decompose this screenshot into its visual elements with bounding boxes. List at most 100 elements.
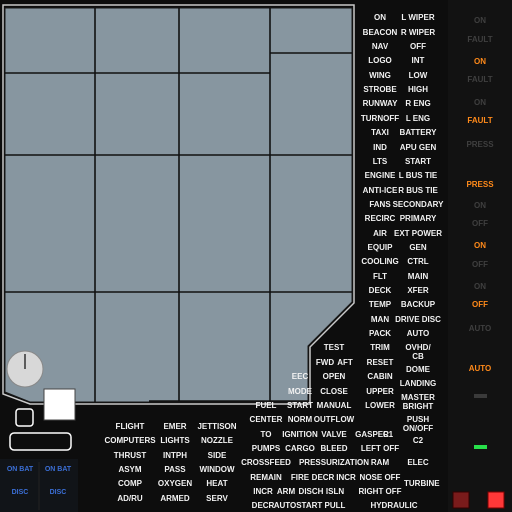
label-flight: FLIGHT <box>115 422 145 431</box>
overhead-panel: ON BAT DISC ON BAT DISC ON L WIPER BEACO… <box>0 0 512 512</box>
annunciator-on-5[interactable]: ON <box>448 241 512 250</box>
label-high: HIGH <box>408 85 428 94</box>
label-fans: FANS <box>369 200 391 209</box>
label-trim: TRIM <box>370 343 390 352</box>
label-recirc: RECIRC <box>364 214 396 223</box>
label-ignition: IGNITION <box>282 430 318 439</box>
label-anti-ice: ANTI-ICE <box>362 186 398 195</box>
label-lower: LOWER <box>365 401 395 410</box>
label-taxi: TAXI <box>371 128 389 137</box>
label-backup: BACKUP <box>400 300 436 309</box>
annunciator-on-2[interactable]: ON <box>448 57 512 66</box>
label-fire: FIRE <box>290 473 310 482</box>
label-start: START <box>404 157 432 166</box>
label-beacon: BEACON <box>362 28 398 37</box>
label-valve: VALVE <box>321 430 347 439</box>
annunciator-on-1[interactable]: ON <box>448 16 512 25</box>
label-master-bright: MASTER BRIGHT <box>401 393 435 411</box>
label-off: OFF <box>410 42 426 51</box>
label-turbine: NOSE OFF <box>359 473 401 482</box>
label-gen: GEN <box>409 243 427 252</box>
label-ext-power: EXT POWER <box>393 229 443 238</box>
label-close: CLOSE <box>320 387 348 396</box>
disc-label-right[interactable]: DISC <box>41 489 75 496</box>
label-decr: DECR <box>311 473 335 482</box>
label-low: LOW <box>408 71 428 80</box>
on-bat-label-right[interactable]: ON BAT <box>41 466 75 473</box>
label-wing: WING <box>369 71 391 80</box>
small-square-button <box>15 408 34 427</box>
disc-label-left[interactable]: DISC <box>3 489 37 496</box>
label-primary: PRIMARY <box>399 214 437 223</box>
label-air: AIR <box>373 229 387 238</box>
label-drive-disc: DRIVE DISC <box>395 315 441 324</box>
label-right-off: TURBINE <box>404 479 440 488</box>
label-conditioning: HYDRAULIC <box>370 501 418 510</box>
label-temp: TEMP <box>368 300 392 309</box>
label-nose-off: ELEC <box>407 458 429 467</box>
label-norm: NORM <box>287 415 313 424</box>
label-isln: ISLN <box>325 487 345 496</box>
label-upper: UPPER <box>366 387 394 396</box>
label-man: MAN <box>370 315 390 324</box>
label-ctrl: CTRL <box>407 257 429 266</box>
label-flt: FLT <box>372 272 388 281</box>
label-ad-ru: AD/RU <box>117 494 143 503</box>
label-test: TEST <box>323 343 345 352</box>
red-light-bright <box>487 491 505 509</box>
annunciator-off-1[interactable]: OFF <box>448 219 512 228</box>
label-battery: BATTERY <box>399 128 437 137</box>
label-secondary: SECONDARY <box>392 200 444 209</box>
label-fuel: FUEL <box>255 401 277 410</box>
label-nozzle: NOZZLE <box>201 436 233 445</box>
label-lights: LIGHTS <box>160 436 190 445</box>
annunciator-auto-1[interactable]: AUTO <box>448 324 512 333</box>
label-thrust: THRUST <box>113 451 147 460</box>
annunciator-fault-2[interactable]: FAULT <box>448 75 512 84</box>
label-engine: ENGINE <box>364 171 396 180</box>
label-lts: LTS <box>372 157 388 166</box>
label-incr: INCR <box>336 473 356 482</box>
label-manual: MANUAL <box>316 401 352 410</box>
label-window: WINDOW <box>199 465 235 474</box>
red-light-dim <box>452 491 470 509</box>
label-pumps: PUMPS <box>251 444 281 453</box>
label-l-bus-tie: L BUS TIE <box>398 171 438 180</box>
label-to: TO <box>260 430 272 439</box>
label-auto: AUTO <box>406 329 430 338</box>
label-fwd: FWD <box>315 358 335 367</box>
annunciator-on-4[interactable]: ON <box>448 201 512 210</box>
label-eec: EEC <box>291 372 309 381</box>
annunciator-fault-1[interactable]: FAULT <box>448 35 512 44</box>
annunciator-press-2[interactable]: PRESS <box>448 180 512 189</box>
label-heat: HEAT <box>206 479 228 488</box>
annunciator-on-3[interactable]: ON <box>448 98 512 107</box>
label-center: CENTER <box>249 415 283 424</box>
outlined-pill-button <box>9 432 72 451</box>
overhead-panel-graphics <box>0 0 512 512</box>
annunciator-off-3[interactable]: OFF <box>448 300 512 309</box>
label-on: ON <box>374 13 386 22</box>
label-incr-2: INCR <box>253 487 273 496</box>
annunciator-auto-2[interactable]: AUTO <box>448 364 512 373</box>
label-ovhd-cb: OVHD/ CB <box>405 343 431 361</box>
label-landing: LANDING <box>399 379 437 388</box>
annunciator-press-1[interactable]: PRESS <box>448 140 512 149</box>
on-bat-label-left[interactable]: ON BAT <box>3 466 37 473</box>
label-l-eng: L ENG <box>405 114 431 123</box>
label-main: MAIN <box>407 272 429 281</box>
label-pressurization: PRESSURIZATION <box>298 458 370 467</box>
annunciator-fault-3[interactable]: FAULT <box>448 116 512 125</box>
label-side: SIDE <box>207 451 227 460</box>
label-cargo: CARGO <box>285 444 315 453</box>
label-r-wiper: R WIPER <box>400 28 436 37</box>
label-pass: PASS <box>164 465 186 474</box>
label-emer: EMER <box>163 422 187 431</box>
annunciator-on-6[interactable]: ON <box>448 282 512 291</box>
annunciator-off-2[interactable]: OFF <box>448 260 512 269</box>
label-elec: LEFT OFF <box>360 444 400 453</box>
label-l-wiper: L WIPER <box>401 13 435 22</box>
label-autostart: AUTOSTART <box>273 501 323 510</box>
label-start-mid: START <box>286 401 314 410</box>
dark-bar-indicator <box>474 394 487 398</box>
